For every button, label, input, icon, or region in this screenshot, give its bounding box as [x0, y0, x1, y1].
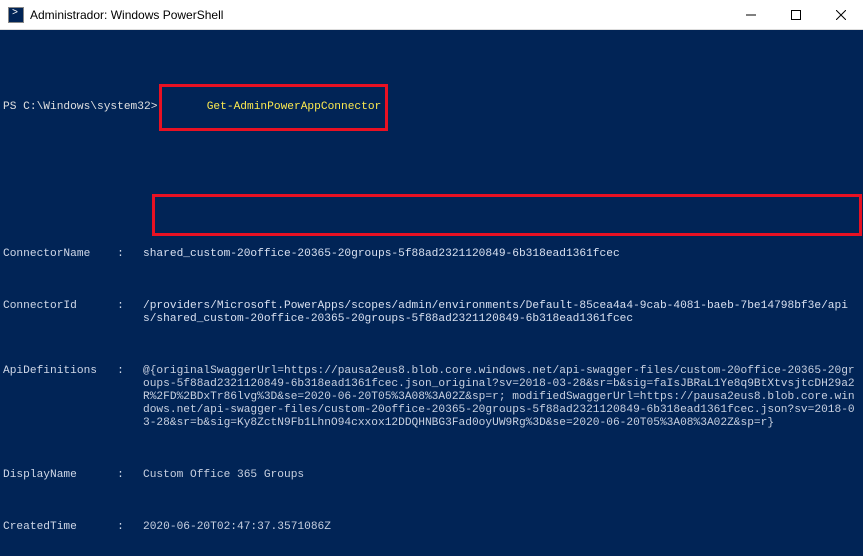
output-value: 2020-06-20T02:47:37.3571086Z: [143, 521, 860, 534]
output-row: CreatedTime : 2020-06-20T02:47:37.357108…: [3, 521, 860, 534]
output-value: /providers/Microsoft.PowerApps/scopes/ad…: [143, 300, 860, 326]
powershell-icon: [8, 7, 24, 23]
output-value: Custom Office 365 Groups: [143, 469, 860, 482]
output-label: DisplayName :: [3, 469, 143, 482]
output-label: ConnectorId :: [3, 300, 143, 326]
command-highlight-box: Get-AdminPowerAppConnector: [159, 84, 388, 131]
output-label: ApiDefinitions :: [3, 365, 143, 430]
prompt-line: PS C:\Windows\system32> Get-AdminPowerAp…: [3, 84, 860, 131]
output-block: ConnectorName : shared_custom-20office-2…: [3, 196, 860, 556]
output-label: ConnectorName :: [3, 248, 143, 261]
output-label: CreatedTime :: [3, 521, 143, 534]
prompt-path: PS C:\Windows\system32>: [3, 101, 157, 114]
output-row: ApiDefinitions : @{originalSwaggerUrl=ht…: [3, 365, 860, 430]
terminal-area[interactable]: PS C:\Windows\system32> Get-AdminPowerAp…: [0, 30, 863, 556]
window-controls: [728, 0, 863, 29]
output-value: shared_custom-20office-20365-20groups-5f…: [143, 248, 860, 261]
command-text: Get-AdminPowerAppConnector: [207, 101, 382, 113]
window-title: Administrador: Windows PowerShell: [30, 8, 728, 22]
close-button[interactable]: [818, 0, 863, 29]
output-row: DisplayName : Custom Office 365 Groups: [3, 469, 860, 482]
output-value: @{originalSwaggerUrl=https://pausa2eus8.…: [143, 365, 860, 430]
output-row: ConnectorId : /providers/Microsoft.Power…: [3, 300, 860, 326]
output-row: ConnectorName : shared_custom-20office-2…: [3, 248, 860, 261]
title-bar: Administrador: Windows PowerShell: [0, 0, 863, 30]
maximize-button[interactable]: [773, 0, 818, 29]
minimize-button[interactable]: [728, 0, 773, 29]
output-highlight-box: [152, 194, 862, 236]
